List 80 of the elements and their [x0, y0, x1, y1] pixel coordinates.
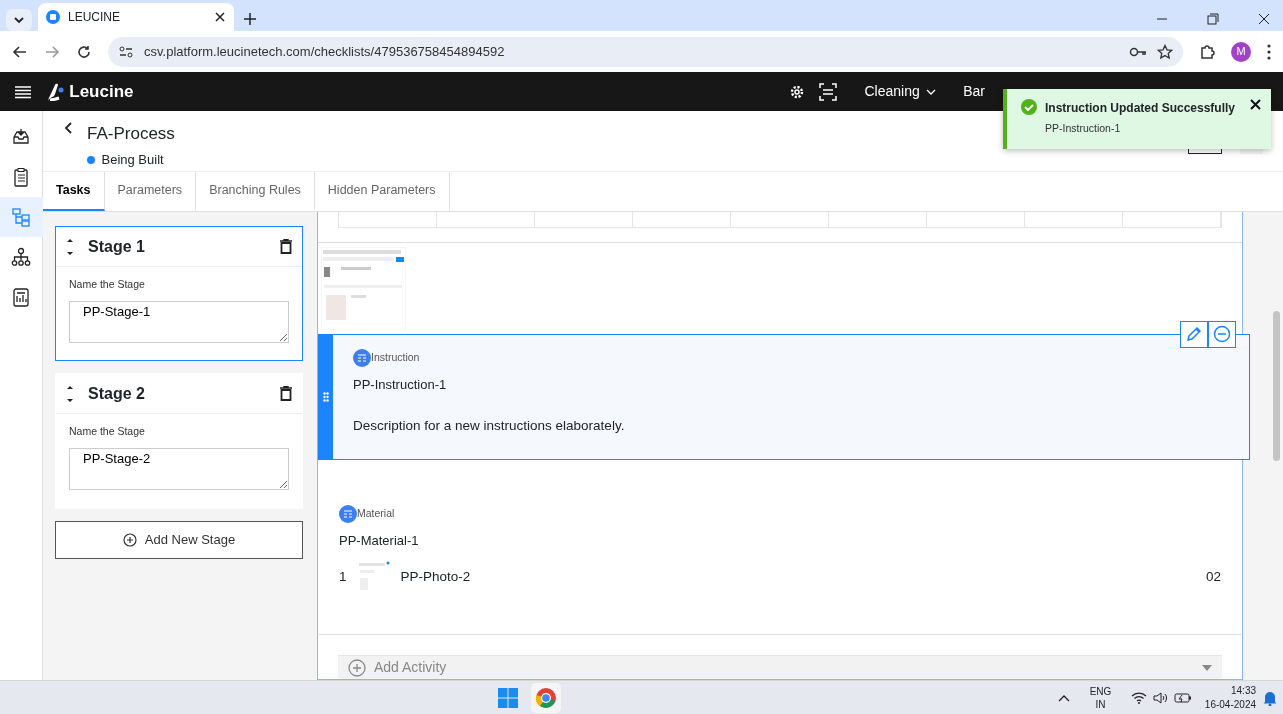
item-quantity: 02	[1205, 568, 1221, 587]
activity-description: Description for a new instructions elaborately.	[353, 417, 626, 436]
stage-title: Stage 2	[88, 383, 146, 404]
close-icon[interactable]	[1258, 12, 1270, 25]
chevron-up-icon[interactable]	[1058, 693, 1071, 702]
minus-circle-icon	[1213, 325, 1231, 344]
item-index: 1	[339, 568, 347, 587]
activity-card[interactable]: Instruction PP-Instruction-1 Description for a new instructions elaborately.	[318, 333, 1250, 460]
profile-avatar[interactable]: M	[1231, 41, 1251, 62]
settings-icon[interactable]	[789, 83, 806, 100]
close-icon[interactable]	[214, 11, 226, 23]
nav-menu[interactable]: Cleaning	[864, 81, 937, 102]
back-icon[interactable]	[63, 121, 73, 135]
hierarchy-icon	[11, 247, 31, 267]
delete-icon[interactable]	[280, 239, 292, 254]
delete-icon[interactable]	[280, 386, 292, 402]
scan-icon[interactable]	[819, 82, 838, 101]
inbox-icon	[11, 127, 31, 147]
speaker-icon[interactable]	[1153, 691, 1168, 704]
brand-name: Leucine	[69, 80, 134, 103]
status-label: Being Built	[101, 150, 164, 169]
extensions-icon[interactable]	[1199, 43, 1215, 60]
input-field[interactable]: PP-Stage-2	[69, 448, 289, 490]
add-icon	[348, 658, 366, 677]
pencil-icon	[1186, 326, 1202, 343]
tab[interactable]: Tasks	[43, 172, 105, 211]
url-text: csv.platform.leucinetech.com/checklists/479536758454894592	[144, 42, 506, 61]
close-icon[interactable]	[1250, 99, 1261, 110]
favicon-icon	[46, 10, 60, 24]
browser-tab[interactable]: LEUCINE	[38, 3, 234, 31]
language-indicator[interactable]: ENG IN	[1089, 684, 1112, 711]
address-bar[interactable]: csv.platform.leucinetech.com/checklists/479536758454894592	[108, 36, 1183, 67]
star-icon[interactable]	[1157, 43, 1173, 60]
add-stage-button[interactable]: Add New Stage	[55, 520, 303, 559]
restore-icon[interactable]	[1207, 12, 1219, 25]
activity-title: PP-Material-1	[339, 531, 420, 550]
activity-type: Material	[357, 505, 395, 521]
wifi-icon[interactable]	[1130, 691, 1147, 704]
menu-icon[interactable]	[14, 84, 32, 99]
bell-icon[interactable]	[1262, 689, 1277, 706]
caret-icon	[1202, 664, 1212, 671]
item-name: PP-Photo-2	[400, 568, 472, 587]
tab-list-icon[interactable]	[6, 9, 32, 31]
toast-title: Instruction Updated Successfully	[1045, 100, 1237, 117]
back-icon[interactable]	[12, 43, 28, 60]
field-label: Name the Stage	[69, 424, 146, 440]
page-title: FA-Process	[87, 123, 175, 145]
list-icon	[353, 348, 371, 367]
activity-type: Instruction	[371, 349, 420, 365]
success-icon	[1021, 99, 1037, 115]
input-field[interactable]: PP-Stage-1	[69, 300, 289, 343]
flowchart-icon	[11, 207, 31, 227]
toast-message: PP-Instruction-1	[1045, 121, 1122, 136]
start-icon[interactable]	[497, 687, 518, 708]
browser-icon	[534, 686, 557, 709]
activity-title: PP-Instruction-1	[353, 375, 448, 394]
edit-button[interactable]	[1180, 320, 1208, 348]
stage-card[interactable]: Stage 2 Name the Stage PP-Stage-2	[55, 373, 303, 509]
nav-menu[interactable]: Bar	[963, 81, 985, 102]
clipboard-icon	[11, 167, 31, 187]
field-label: Name the Stage	[69, 277, 146, 292]
key-icon[interactable]	[1129, 45, 1147, 58]
list-icon	[339, 504, 357, 523]
logo-icon	[46, 82, 66, 101]
battery-icon[interactable]	[1173, 691, 1192, 704]
site-settings-icon[interactable]	[118, 43, 134, 60]
forward-icon[interactable]	[44, 43, 60, 60]
stage-title: Stage 1	[88, 236, 146, 257]
add-icon	[122, 532, 137, 547]
chevron-down-icon	[926, 88, 937, 95]
drag-handle-icon[interactable]	[323, 391, 329, 402]
remove-button[interactable]	[1208, 320, 1236, 348]
report-icon	[11, 287, 31, 307]
reload-icon[interactable]	[76, 43, 92, 60]
stage-card[interactable]: Stage 1 Name the Stage PP-Stage-1	[55, 226, 303, 362]
browser-taskbar-icon[interactable]	[530, 682, 561, 713]
scrollbar-thumb[interactable]	[1273, 311, 1280, 461]
more-icon[interactable]	[1267, 43, 1271, 60]
tab-title: LEUCINE	[68, 9, 121, 26]
clock[interactable]: 14:33 16-04-2024	[1204, 684, 1256, 711]
